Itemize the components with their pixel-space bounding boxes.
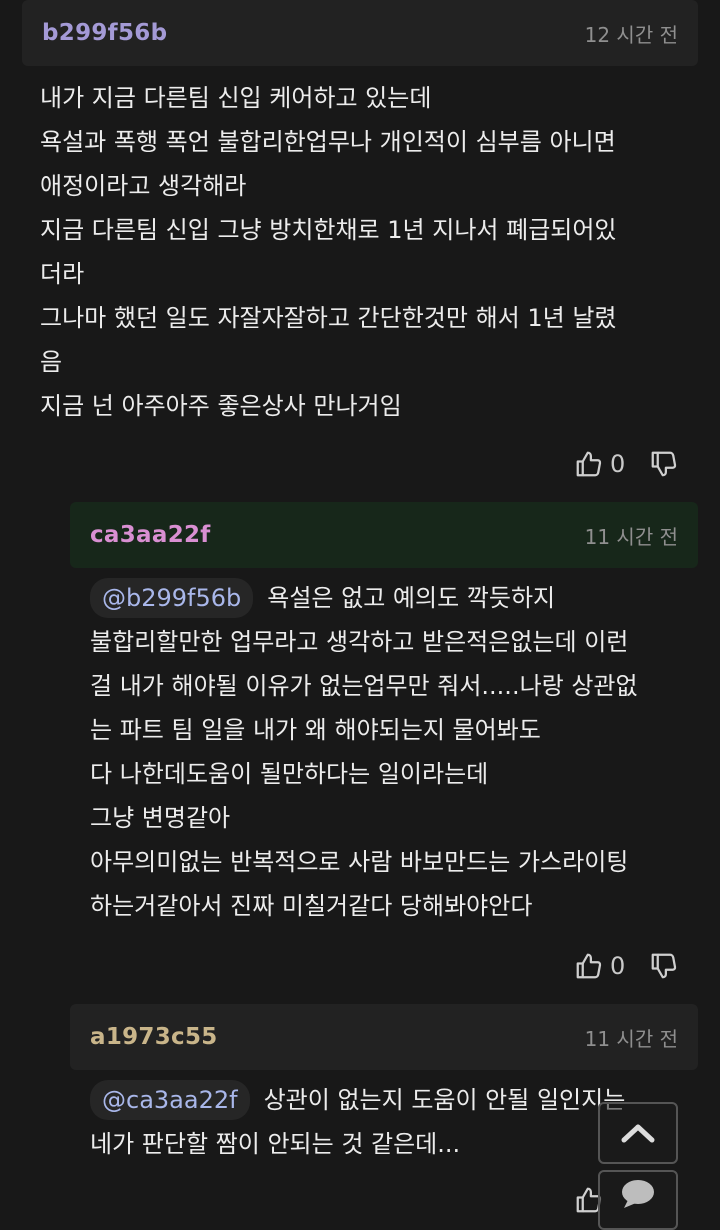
comment-header: b299f56b 12 시간 전 [22, 0, 698, 66]
comment-button[interactable] [598, 1170, 678, 1230]
comment-line: 네가 판단할 짬이 안되는 것 같은데... [90, 1130, 461, 1158]
thumbs-down-icon[interactable] [649, 449, 679, 479]
like-count: 0 [610, 450, 626, 478]
comment-line: 지금 다른팀 신입 그냥 방치한채로 1년 지나서 폐급되어있 [40, 216, 617, 244]
comment-line: 그나마 했던 일도 자잘자잘하고 간단한것만 해서 1년 날렸 [40, 304, 617, 332]
reply-header: ca3aa22f 11 시간 전 [70, 502, 698, 568]
comment-line: 그냥 변명같아 [90, 804, 231, 832]
comment-first-line: 상관이 없는지 도움이 안될 일인지는 [263, 1086, 626, 1114]
comment-username[interactable]: a1973c55 [90, 1024, 218, 1050]
thumbs-down-icon[interactable] [649, 951, 679, 981]
scroll-to-top-button[interactable] [598, 1102, 678, 1164]
thumbs-up-icon[interactable] [574, 449, 604, 479]
thumbs-up-icon[interactable] [574, 951, 604, 981]
comment-line: 욕설과 폭행 폭언 불합리한업무나 개인적이 심부름 아니면 [40, 128, 616, 156]
mention-tag[interactable]: @ca3aa22f [90, 1080, 250, 1120]
vote-bar: 0 [574, 444, 679, 484]
comment-line: 는 파트 팀 일을 내가 왜 해야되는지 물어봐도 [90, 716, 541, 744]
comment-first-line: 욕설은 없고 예의도 깍듯하지 [267, 584, 556, 612]
comment-line: 아무의미없는 반복적으로 사람 바보만드는 가스라이팅 [90, 848, 629, 876]
reply-header: a1973c55 11 시간 전 [70, 1004, 698, 1070]
comment-line: 걸 내가 해야될 이유가 없는업무만 줘서.....나랑 상관없 [90, 672, 638, 700]
comment-line: 더라 [40, 260, 85, 288]
comment-timestamp: 11 시간 전 [584, 524, 678, 549]
comment-timestamp: 11 시간 전 [584, 1026, 678, 1051]
comment-line: 내가 지금 다른팀 신입 케어하고 있는데 [40, 84, 432, 112]
comment-line: 지금 넌 아주아주 좋은상사 만나거임 [40, 392, 402, 420]
comment-username[interactable]: ca3aa22f [90, 522, 211, 548]
reply-body: @b299f56b 욕설은 없고 예의도 깍듯하지 불합리할만한 업무라고 생각하… [90, 576, 638, 928]
comment-line: 음 [40, 348, 63, 376]
comment-line: 애정이라고 생각해라 [40, 172, 247, 200]
vote-bar: 0 [574, 946, 679, 986]
comment-line: @ca3aa22f 상관이 없는지 도움이 안될 일인지는 [90, 1078, 625, 1122]
chevron-up-icon [621, 1124, 655, 1143]
mention-tag[interactable]: @b299f56b [90, 578, 254, 618]
comment-line: 불합리할만한 업무라고 생각하고 받은적은없는데 이런 [90, 628, 629, 656]
reply-body: @ca3aa22f 상관이 없는지 도움이 안될 일인지는 네가 판단할 짬이 안… [90, 1078, 625, 1166]
comment-body: 내가 지금 다른팀 신입 케어하고 있는데 욕설과 폭행 폭언 불합리한업무나 … [40, 76, 617, 428]
like-count: 0 [610, 952, 626, 980]
comment-line: 다 나한데도움이 될만하다는 일이라는데 [90, 760, 489, 788]
comment-username[interactable]: b299f56b [42, 20, 167, 46]
comment-line: @b299f56b 욕설은 없고 예의도 깍듯하지 [90, 576, 638, 620]
comment-line: 하는거같아서 진짜 미칠거같다 당해봐야안다 [90, 892, 533, 920]
comment-timestamp: 12 시간 전 [584, 22, 678, 47]
